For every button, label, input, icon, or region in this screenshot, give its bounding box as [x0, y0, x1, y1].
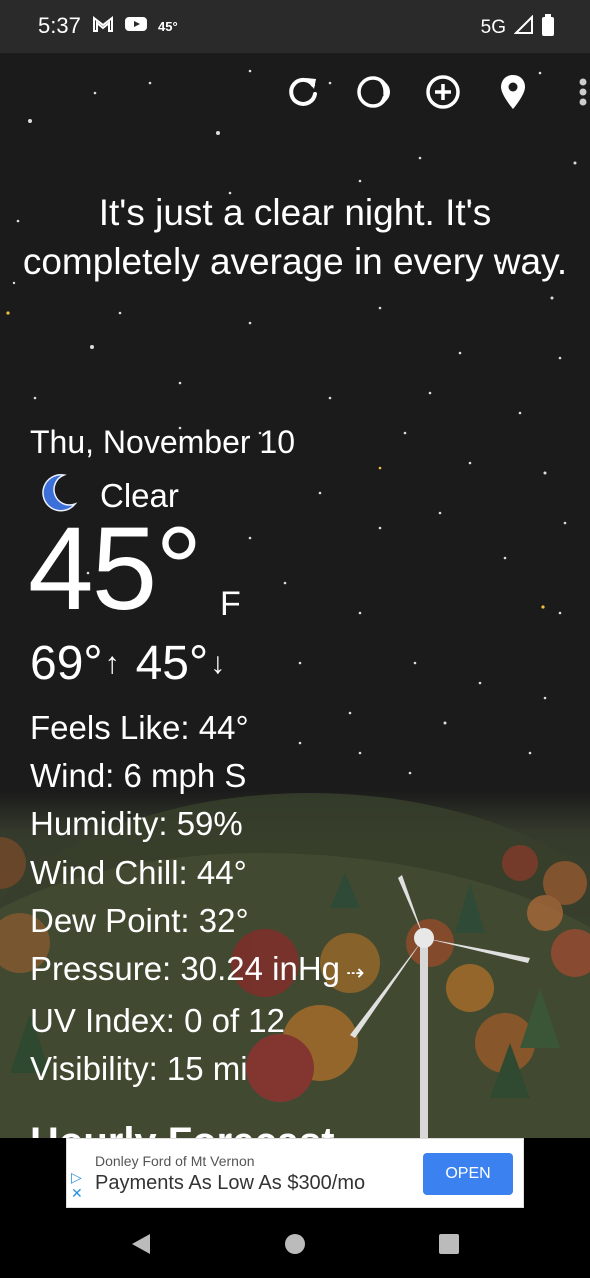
battery-icon: [542, 14, 554, 42]
recents-icon[interactable]: [438, 1232, 460, 1261]
navigation-bar: [0, 1208, 590, 1278]
location-pin-icon: [498, 73, 528, 116]
gmail-icon: [92, 15, 114, 38]
refresh-button[interactable]: [268, 72, 338, 116]
location-button[interactable]: [478, 72, 548, 116]
ad-banner[interactable]: ▷ ✕ Donley Ford of Mt Vernon Payments As …: [66, 1138, 524, 1208]
pressure-steady-arrow-icon: ⇢: [346, 960, 365, 986]
moon-phase-icon: [354, 73, 392, 116]
weather-headline: It's just a clear night. It's completely…: [22, 192, 568, 282]
current-temperature: 45°: [28, 503, 202, 635]
uv-index: UV Index: 0 of 12: [30, 1002, 285, 1040]
network-type: 5G: [480, 17, 506, 38]
more-vert-icon: [578, 77, 588, 112]
hourly-forecast-heading: Hourly Forecast: [30, 1120, 335, 1138]
more-options-button[interactable]: [548, 72, 590, 116]
moon-phase-button[interactable]: [338, 72, 408, 116]
high-low-temperatures: 69° ↑ 45° ↓: [30, 636, 239, 691]
temperature-unit: F: [220, 585, 241, 623]
home-icon[interactable]: [284, 1232, 306, 1261]
weather-details: Feels Like: 44° Wind: 6 mph S Humidity: …: [30, 704, 364, 1094]
visibility: Visibility: 15 mi: [30, 1050, 248, 1088]
status-bar: 5:37 45° 5G: [0, 0, 590, 53]
status-temp: 45°: [158, 19, 178, 34]
wind: Wind: 6 mph S: [30, 757, 247, 795]
toolbar: [268, 72, 590, 116]
low-temp: 45°: [135, 637, 209, 690]
ad-headline: Payments As Low As $300/mo: [95, 1172, 366, 1194]
arrow-down-icon: ↓: [210, 646, 226, 680]
dew-point: Dew Point: 32°: [30, 901, 249, 939]
refresh-icon: [284, 73, 322, 116]
ad-advertiser: Donley Ford of Mt Vernon: [95, 1153, 255, 1169]
ad-open-button[interactable]: OPEN: [423, 1153, 513, 1195]
add-location-icon: [424, 73, 462, 116]
arrow-up-icon: ↑: [104, 646, 120, 680]
back-icon[interactable]: [130, 1232, 152, 1261]
add-location-button[interactable]: [408, 72, 478, 116]
wind-chill: Wind Chill: 44°: [30, 853, 247, 891]
high-temp: 69°: [30, 637, 103, 690]
youtube-icon: [124, 15, 148, 38]
weather-scene: It's just a clear night. It's completely…: [0, 53, 590, 1138]
pressure: Pressure: 30.24 inHg: [30, 950, 341, 988]
humidity: Humidity: 59%: [30, 805, 243, 843]
current-date: Thu, November 10: [30, 424, 296, 460]
ad-choices-icon[interactable]: ▷ ✕: [71, 1169, 83, 1201]
signal-icon: [513, 14, 534, 41]
status-time: 5:37: [38, 13, 81, 38]
feels-like: Feels Like: 44°: [30, 709, 249, 746]
